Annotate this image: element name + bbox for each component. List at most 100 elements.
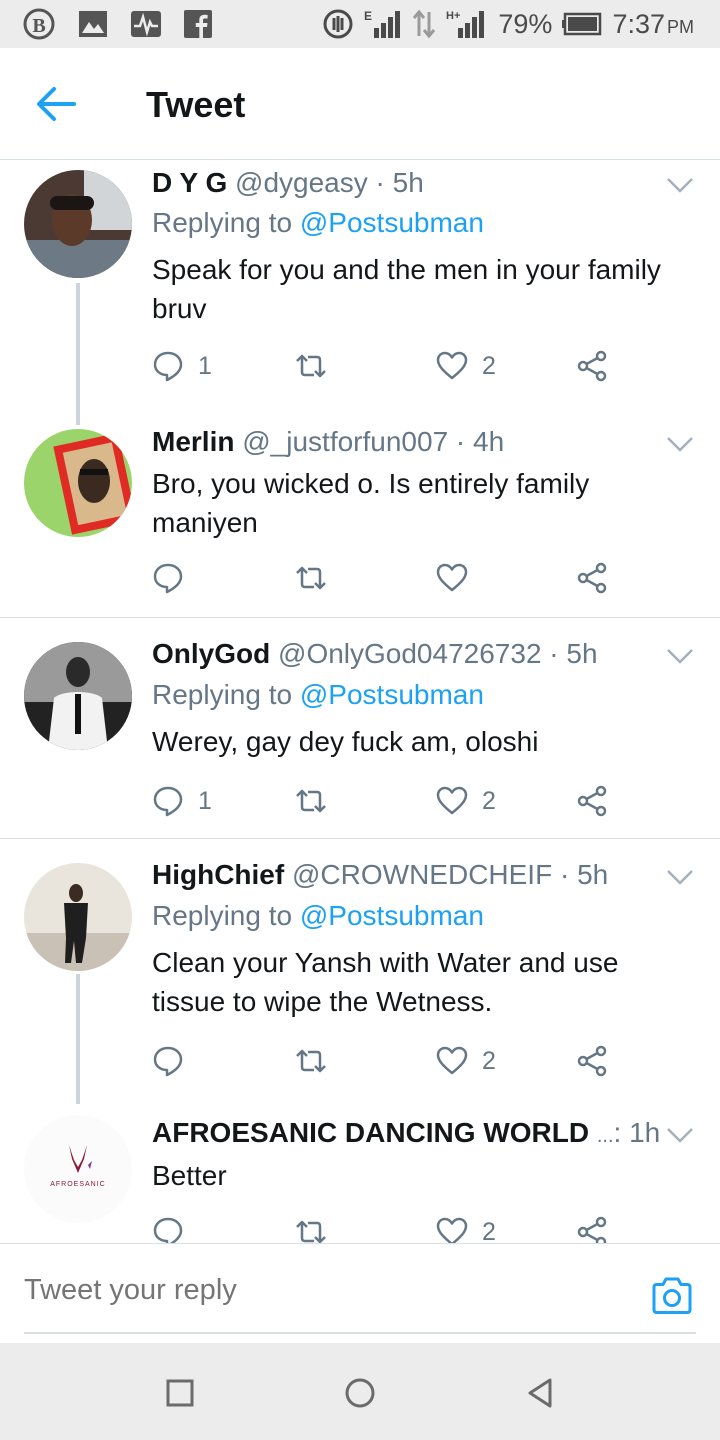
replying-label: Replying to: [152, 900, 300, 931]
tweet-crownedcheif[interactable]: HighChief @CROWNEDCHEIF · 5h Replying to…: [0, 839, 720, 1104]
reply-icon: [153, 351, 183, 382]
like-button[interactable]: 2: [436, 1212, 496, 1243]
display-name[interactable]: AFROESANIC DANCING WORLD: [152, 1117, 589, 1148]
tweet-justforfun007[interactable]: Merlin @_justforfun007 · 4h Bro, you wic…: [0, 418, 720, 617]
reply-button[interactable]: [152, 1212, 198, 1243]
timestamp: 4h: [473, 426, 505, 457]
like-count: 2: [482, 1046, 496, 1075]
svg-text:E: E: [364, 9, 372, 23]
share-icon: [577, 350, 607, 382]
like-button[interactable]: 2: [436, 1041, 496, 1081]
avatar[interactable]: [24, 170, 132, 278]
avatar[interactable]: [24, 429, 132, 537]
share-button[interactable]: [576, 781, 608, 821]
share-icon: [577, 785, 607, 817]
display-name[interactable]: HighChief: [152, 859, 284, 890]
b-badge-icon: B: [23, 8, 55, 40]
tweet-onlygod[interactable]: OnlyGod @OnlyGod04726732 · 5h Replying t…: [0, 618, 720, 838]
avatar[interactable]: AFROESANIC: [24, 1115, 132, 1223]
tweet-header: Merlin @_justforfun007 · 4h: [152, 426, 504, 458]
tweet-afroesanic[interactable]: AFROESANIC AFROESANIC DANCING WORLD ...:…: [0, 1099, 720, 1243]
display-name[interactable]: OnlyGod: [152, 638, 270, 669]
back-arrow-icon[interactable]: [34, 84, 78, 124]
signal-e-icon: E: [364, 9, 401, 38]
display-name[interactable]: D Y G: [152, 167, 227, 198]
tweet-actions: 2: [152, 1041, 622, 1081]
separator: ·: [367, 167, 393, 198]
retweet-button[interactable]: [294, 346, 342, 386]
retweet-button[interactable]: [294, 1041, 342, 1081]
retweet-button[interactable]: [294, 1212, 342, 1243]
nav-bar: [0, 1343, 720, 1440]
tweet-text: Werey, gay dey fuck am, oloshi: [152, 726, 539, 757]
chevron-down-icon[interactable]: [666, 1125, 694, 1145]
reply-button[interactable]: [152, 558, 198, 598]
replying-to: Replying to @Postsubman: [152, 679, 484, 711]
replying-to: Replying to @Postsubman: [152, 207, 484, 239]
tweet-dygeasy[interactable]: D Y G @dygeasy · 5h Replying to @Postsub…: [0, 161, 720, 425]
display-name[interactable]: Merlin: [152, 426, 234, 457]
camera-icon[interactable]: [650, 1276, 694, 1316]
replies-feed[interactable]: D Y G @dygeasy · 5h Replying to @Postsub…: [0, 161, 720, 1243]
handle[interactable]: @_justforfun007: [242, 426, 448, 457]
share-button[interactable]: [576, 1212, 608, 1243]
like-button[interactable]: 2: [436, 346, 496, 386]
share-icon: [577, 1045, 607, 1077]
separator: ·: [448, 426, 474, 457]
image-icon: [79, 11, 107, 37]
reply-input[interactable]: [24, 1274, 624, 1307]
thread-line: [76, 283, 80, 425]
separator: :: [613, 1117, 630, 1148]
separator: ·: [552, 859, 578, 890]
tweet-header: HighChief @CROWNEDCHEIF · 5h: [152, 859, 608, 891]
retweet-button[interactable]: [294, 558, 342, 598]
handle[interactable]: @OnlyGod04726732: [278, 638, 542, 669]
tweet-header: D Y G @dygeasy · 5h: [152, 167, 424, 199]
timestamp: 5h: [566, 638, 598, 669]
share-button[interactable]: [576, 346, 608, 386]
handle[interactable]: @dygeasy: [235, 167, 368, 198]
avatar[interactable]: [24, 642, 132, 750]
mention-link[interactable]: @Postsubman: [300, 679, 484, 710]
retweet-icon: [296, 1049, 326, 1073]
handle[interactable]: ...: [597, 1125, 614, 1147]
tweet-actions: 1 2: [152, 781, 622, 821]
timestamp: 1h: [629, 1117, 661, 1148]
retweet-icon: [296, 354, 326, 378]
like-button[interactable]: [436, 558, 482, 598]
reply-button[interactable]: 1: [152, 781, 212, 821]
heart-icon: [436, 786, 468, 815]
reply-button[interactable]: 1: [152, 346, 212, 386]
system-status: E H+ 79% 7:37 PM: [322, 0, 694, 48]
reply-button[interactable]: [152, 1041, 198, 1081]
retweet-button[interactable]: [294, 781, 342, 821]
heart-icon: [436, 351, 468, 380]
chevron-down-icon[interactable]: [666, 646, 694, 666]
reply-icon: [153, 1046, 183, 1077]
chevron-down-icon[interactable]: [666, 867, 694, 887]
chevron-down-icon[interactable]: [666, 175, 694, 195]
handle[interactable]: @CROWNEDCHEIF: [292, 859, 552, 890]
like-count: 2: [482, 351, 496, 380]
reply-icon: [153, 563, 183, 594]
timestamp: 5h: [392, 167, 424, 198]
chevron-down-icon[interactable]: [666, 434, 694, 454]
share-button[interactable]: [576, 558, 608, 598]
reply-count: 1: [198, 351, 212, 380]
share-button[interactable]: [576, 1041, 608, 1081]
retweet-icon: [296, 789, 326, 813]
home-circle-icon[interactable]: [342, 1375, 378, 1411]
replying-label: Replying to: [152, 207, 300, 238]
retweet-icon: [296, 566, 326, 590]
replying-label: Replying to: [152, 679, 300, 710]
tweet-header: OnlyGod @OnlyGod04726732 · 5h: [152, 638, 598, 670]
avatar[interactable]: [24, 863, 132, 971]
mention-link[interactable]: @Postsubman: [300, 900, 484, 931]
back-triangle-icon[interactable]: [522, 1375, 558, 1411]
clock-time: 7:37: [612, 8, 665, 39]
page-title: Tweet: [146, 84, 246, 125]
retweet-icon: [296, 1220, 326, 1243]
mention-link[interactable]: @Postsubman: [300, 207, 484, 238]
like-button[interactable]: 2: [436, 781, 496, 821]
recents-square-icon[interactable]: [162, 1375, 198, 1411]
